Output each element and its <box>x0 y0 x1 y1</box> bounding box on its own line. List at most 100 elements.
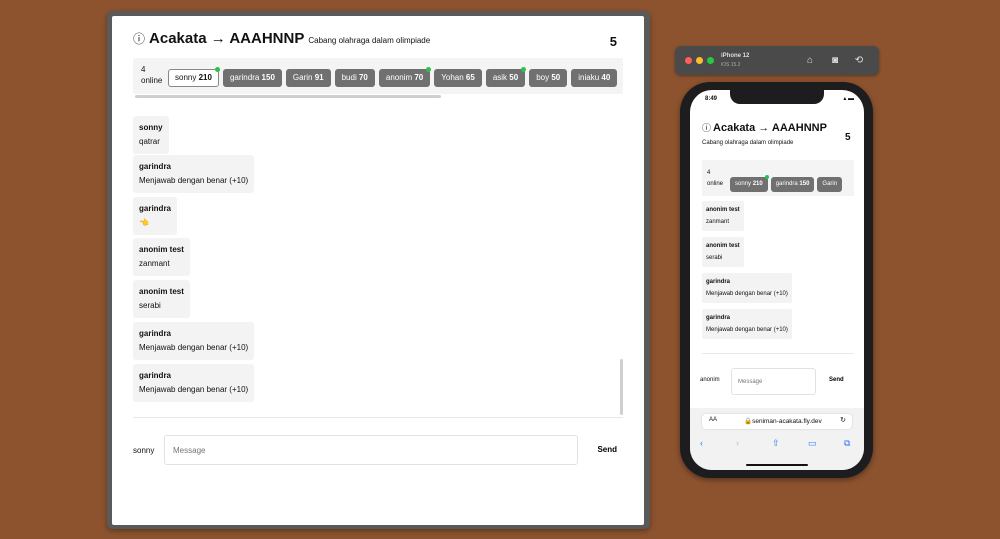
zoom-window-button[interactable] <box>707 57 714 64</box>
player-chip-asik[interactable]: asik 50 <box>485 67 527 87</box>
message-input[interactable] <box>731 368 816 395</box>
message-text: Menjawab dengan benar (+10) <box>139 385 249 394</box>
message-item: garindra Menjawab dengan benar (+10) <box>133 155 255 193</box>
screenshot-icon[interactable]: ◙ <box>829 55 841 67</box>
page-title: ⓘ Acakata → AAAHNNP <box>702 122 827 134</box>
message-item: anonim test serabi <box>133 280 190 318</box>
vertical-scrollbar[interactable] <box>620 359 623 415</box>
online-indicator <box>521 67 527 72</box>
player-chip-yohan[interactable]: Yohan 65 <box>434 69 482 87</box>
divider <box>133 417 623 418</box>
home-icon[interactable]: ⌂ <box>804 55 816 67</box>
message-text: 👈 <box>139 218 149 227</box>
message-item: garindra Menjawab dengan benar (+10) <box>702 273 792 303</box>
player-chip-garindra[interactable]: garindra 150 <box>770 177 815 192</box>
online-count: 4 online <box>707 170 724 187</box>
message-text: Menjawab dengan benar (+10) <box>139 343 249 352</box>
message-author: garindra <box>139 371 172 380</box>
minimize-window-button[interactable] <box>696 57 703 64</box>
divider <box>702 353 854 354</box>
message-author: garindra <box>706 279 731 285</box>
reload-icon[interactable]: ↻ <box>840 416 846 424</box>
player-chip-sonny[interactable]: sonny 210 <box>730 175 769 192</box>
compose-bar: sonny Send <box>133 435 623 467</box>
message-text: Menjawab dengan benar (+10) <box>706 291 788 297</box>
players-bar: 4 online sonny 210 garindra 150 Garin 91 bud… <box>133 58 623 94</box>
bookmarks-icon[interactable]: ▭ <box>808 438 817 449</box>
share-icon[interactable]: ⇧ <box>772 438 780 449</box>
message-text: Menjawab dengan benar (+10) <box>706 327 788 333</box>
current-user-label: anonim <box>700 377 720 383</box>
current-user-label: sonny <box>133 446 155 455</box>
message-item: garindra 👈 <box>133 197 178 235</box>
text-size-button[interactable]: AA <box>709 417 717 423</box>
player-chip-garindra[interactable]: garindra 150 <box>222 69 282 87</box>
lock-icon: 🔒 <box>744 418 753 425</box>
message-author: garindra <box>139 204 172 213</box>
horizontal-scrollbar[interactable] <box>135 95 441 98</box>
message-author: garindra <box>706 315 731 321</box>
message-item: sonny qatrar <box>133 116 169 154</box>
notch <box>730 90 824 104</box>
online-indicator <box>214 67 220 72</box>
players-bar: 4 online sonny 210 garindra 150 Garin <box>702 160 854 196</box>
player-chip-list: sonny 210 garindra 150 Garin 91 budi 70 anon… <box>168 67 621 87</box>
message-author: garindra <box>139 329 172 338</box>
message-item: anonim test zanmant <box>133 238 190 276</box>
device-name: iPhone 12 <box>721 53 750 59</box>
player-chip-budi[interactable]: budi 70 <box>334 69 375 87</box>
online-count: 4 online <box>141 65 163 85</box>
player-chip-boy[interactable]: boy 50 <box>529 69 568 87</box>
round-counter: 5 <box>609 34 617 49</box>
message-author: anonim test <box>706 207 740 213</box>
player-chip-list: sonny 210 garindra 150 Garin <box>730 172 845 192</box>
player-chip-sonny[interactable]: sonny 210 <box>168 67 220 87</box>
message-input[interactable] <box>164 435 578 465</box>
help-icon[interactable]: ⓘ <box>702 123 711 133</box>
simulator-toolbar: iPhone 12 iOS 15.2 ⌂ ◙ ⟲ <box>675 46 879 75</box>
os-version: iOS 15.2 <box>721 62 741 68</box>
message-author: anonim test <box>706 243 740 249</box>
message-text: serabi <box>139 301 161 310</box>
message-author: anonim test <box>139 287 184 296</box>
home-indicator <box>746 464 808 466</box>
player-chip-garin[interactable]: Garin 91 <box>285 69 331 87</box>
help-icon[interactable]: ⓘ <box>133 32 145 46</box>
rotate-icon[interactable]: ⟲ <box>853 55 865 67</box>
message-item: garindra Menjawab dengan benar (+10) <box>133 364 255 402</box>
message-list: sonny qatrar garindra Menjawab dengan be… <box>133 100 623 418</box>
message-item: garindra Menjawab dengan benar (+10) <box>133 322 255 360</box>
message-author: sonny <box>139 123 163 132</box>
online-indicator <box>426 67 432 72</box>
player-chip-garin[interactable]: Garin <box>817 177 843 192</box>
player-chip-anonim[interactable]: anonim 70 <box>378 67 432 87</box>
page-subtitle: Cabang olahraga dalam olimpiade <box>702 140 794 146</box>
url-text: 🔒seniman-acakata.fly.dev <box>744 418 822 425</box>
title-text: Acakata → AAAHNNP <box>149 30 305 47</box>
close-window-button[interactable] <box>685 57 692 64</box>
signal-wifi-battery-icon: ▴ ▬ <box>843 96 854 102</box>
message-text: serabi <box>706 255 723 261</box>
tabs-icon[interactable]: ⧉ <box>844 438 850 449</box>
send-button[interactable]: Send <box>829 377 844 383</box>
message-text: Menjawab dengan benar (+10) <box>139 176 249 185</box>
page-subtitle: Cabang olahraga dalam olimpiade <box>308 36 431 45</box>
game-header: ⓘ Acakata → AAAHNNP Cabang olahraga dalam … <box>133 30 623 52</box>
status-time: 8:49 <box>705 96 718 102</box>
message-text: qatrar <box>139 137 160 146</box>
page-title: ⓘ Acakata → AAAHNNP Cabang olahraga dalam … <box>133 30 430 47</box>
player-chip-iniaku[interactable]: iniaku 40 <box>571 69 618 87</box>
message-item: garindra Menjawab dengan benar (+10) <box>702 309 792 339</box>
message-item: anonim test serabi <box>702 237 744 267</box>
message-item: anonim test zanmant <box>702 201 744 231</box>
message-author: garindra <box>139 162 172 171</box>
send-button[interactable]: Send <box>597 445 617 454</box>
back-icon[interactable]: ‹ <box>700 438 703 448</box>
message-text: zanmant <box>139 259 170 268</box>
address-bar[interactable]: AA 🔒seniman-acakata.fly.dev ↻ <box>702 414 852 429</box>
mobile-app-screen: 8:49 ▴ ▬ ⓘ Acakata → AAAHNNP Cabang olahr… <box>690 90 864 470</box>
safari-toolbar: AA 🔒seniman-acakata.fly.dev ↻ ‹ › ⇧ ▭ ⧉ <box>690 408 864 470</box>
message-text: zanmant <box>706 219 730 225</box>
forward-icon[interactable]: › <box>736 438 739 448</box>
online-indicator <box>764 175 769 179</box>
